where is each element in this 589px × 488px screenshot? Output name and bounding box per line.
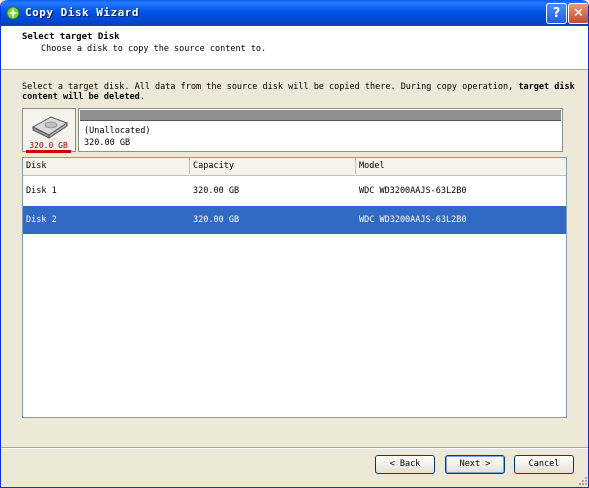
close-button[interactable]: ✕ [568,3,588,24]
disk-name: Disk 1 [26,186,57,196]
partition-map[interactable]: (Unallocated) 320.00 GB [78,108,563,152]
step-title: Select target Disk [22,32,120,42]
disk-list-header: Disk Capacity Model [23,158,566,176]
disk-capacity: 320.00 GB [193,215,240,225]
instruction-main: Select a target disk. All data from the … [22,82,514,92]
instruction-end: . [139,92,145,102]
disk-capacity: 320.00 GB [193,186,240,196]
back-button[interactable]: < Back [375,455,435,474]
target-disk-tile[interactable]: 320.0 GB [22,108,76,153]
disk-name: Disk 2 [26,215,57,225]
help-button[interactable]: ? [546,3,567,24]
resize-grip-icon[interactable] [577,475,587,485]
title-bar[interactable]: Copy Disk Wizard ? ✕ [1,0,588,26]
copy-disk-wizard-window: Copy Disk Wizard ? ✕ Select target Disk … [0,0,589,488]
partition-size: 320.00 GB [84,138,131,148]
column-disk[interactable]: Disk [23,158,190,174]
next-button[interactable]: Next > [445,455,505,474]
wizard-app-icon [6,6,20,20]
disk-row-1[interactable]: Disk 1 320.00 GB WDC WD3200AAJS-63L2B0 [23,177,566,205]
step-subtitle: Choose a disk to copy the source content… [41,44,267,54]
partition-name: (Unallocated) [84,126,151,136]
hard-disk-icon [31,116,69,139]
disk-model: WDC WD3200AAJS-63L2B0 [359,186,467,196]
column-model[interactable]: Model [356,158,566,174]
disk-model: WDC WD3200AAJS-63L2B0 [359,215,467,225]
partition-bar [80,110,561,121]
disk-size-label: 320.0 GB [26,141,71,153]
disk-row-2[interactable]: Disk 2 320.00 GB WDC WD3200AAJS-63L2B0 [23,206,566,234]
column-capacity[interactable]: Capacity [190,158,356,174]
wizard-header: Select target Disk Choose a disk to copy… [1,26,588,70]
window-title: Copy Disk Wizard [25,6,139,19]
footer-separator [1,447,588,449]
disk-list: Disk Capacity Model Disk 1 320.00 GB WDC… [22,157,567,418]
cancel-button[interactable]: Cancel [514,455,574,474]
instruction-text: Select a target disk. All data from the … [22,82,582,102]
